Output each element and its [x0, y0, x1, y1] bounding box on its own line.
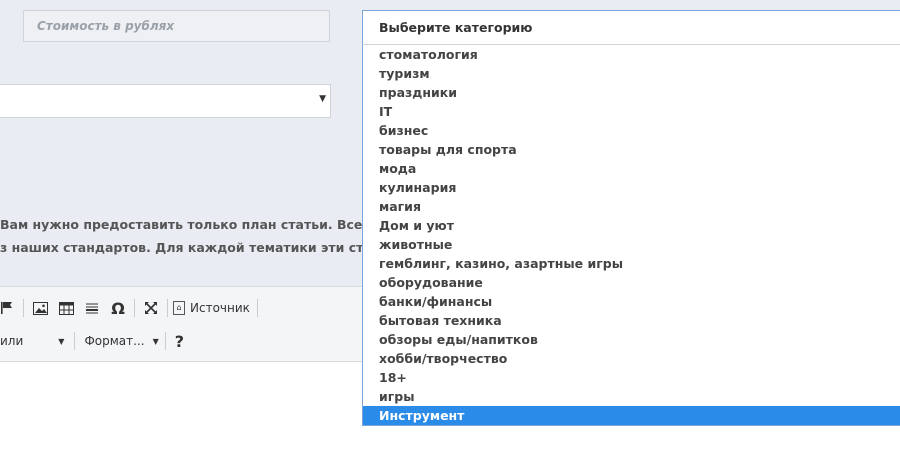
format-label: Формат...	[84, 334, 145, 348]
category-option[interactable]: оборудование	[363, 273, 900, 292]
category-option[interactable]: обзоры еды/напитков	[363, 330, 900, 349]
info-text-line-1: Вам нужно предоставить только план стать…	[0, 217, 362, 232]
category-option[interactable]: IT	[363, 102, 900, 121]
toolbar-row-2: или ▼ Формат... ▼ ?	[0, 330, 184, 352]
form-select[interactable]: ▼	[0, 84, 331, 118]
category-option[interactable]: банки/финансы	[363, 292, 900, 311]
info-text-line-2: з наших стандартов. Для каждой тематики …	[0, 240, 362, 255]
category-option[interactable]: бизнес	[363, 121, 900, 140]
category-option[interactable]: игры	[363, 387, 900, 406]
toolbar-row-1: Ω ⌂ Источник	[0, 297, 261, 319]
toolbar-separator	[23, 299, 24, 317]
category-select[interactable]: Выберите категорию	[362, 10, 900, 45]
category-option[interactable]: магия	[363, 197, 900, 216]
category-option[interactable]: хобби/творчество	[363, 349, 900, 368]
source-label: Источник	[190, 301, 250, 315]
toolbar-separator	[74, 332, 76, 350]
format-combo[interactable]: Формат... ▼	[84, 334, 158, 348]
category-option[interactable]: животные	[363, 235, 900, 254]
category-option[interactable]: праздники	[363, 83, 900, 102]
toolbar-separator	[167, 299, 168, 317]
caret-down-icon: ▼	[58, 336, 65, 346]
image-icon[interactable]	[29, 297, 51, 319]
category-option[interactable]: мода	[363, 159, 900, 178]
category-option[interactable]: Инструмент	[363, 406, 900, 425]
category-dropdown-list: стоматология туризм праздники IT бизнес товар…	[362, 45, 900, 426]
styles-label: или	[0, 334, 24, 348]
caret-down-icon: ▼	[152, 336, 159, 346]
category-option[interactable]: туризм	[363, 64, 900, 83]
special-character-icon[interactable]: Ω	[107, 297, 129, 319]
table-icon[interactable]	[55, 297, 77, 319]
toolbar-separator	[256, 299, 258, 317]
category-option[interactable]: бытовая техника	[363, 311, 900, 330]
toolbar-separator	[164, 332, 166, 350]
anchor-flag-icon[interactable]	[0, 297, 18, 319]
category-option[interactable]: кулинария	[363, 178, 900, 197]
price-input[interactable]: Стоимость в рублях	[23, 10, 330, 42]
editor-toolbar: Ω ⌂ Источник или ▼ Формат... ▼ ?	[0, 286, 362, 362]
category-option[interactable]: 18+	[363, 368, 900, 387]
help-icon[interactable]: ?	[175, 332, 184, 351]
category-option[interactable]: гемблинг, казино, азартные игры	[363, 254, 900, 273]
category-option[interactable]: стоматология	[363, 45, 900, 64]
toolbar-separator	[134, 299, 135, 317]
category-option[interactable]: товары для спорта	[363, 140, 900, 159]
source-button[interactable]: ⌂ Источник	[173, 301, 250, 315]
horizontal-line-icon[interactable]	[81, 297, 103, 319]
category-option[interactable]: Дом и уют	[363, 216, 900, 235]
source-icon: ⌂	[173, 301, 185, 315]
caret-down-icon: ▼	[319, 94, 326, 104]
styles-combo[interactable]: или ▼	[0, 334, 64, 348]
maximize-icon[interactable]	[140, 297, 162, 319]
